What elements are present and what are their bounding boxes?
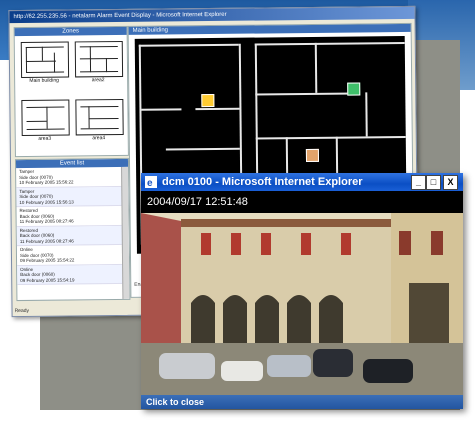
zone-thumb-area4[interactable] <box>75 98 124 136</box>
camera-icon[interactable] <box>201 93 215 108</box>
event-item[interactable]: Restored Back door (0060) 11 February 2005… <box>16 225 129 247</box>
minimize-button[interactable]: _ <box>411 175 426 190</box>
zone-label: area4 <box>92 135 106 142</box>
car <box>313 349 353 377</box>
camera-image[interactable] <box>141 213 463 395</box>
main-view-header: Main building <box>128 23 411 35</box>
car <box>363 359 413 383</box>
zone-thumb-main-building[interactable] <box>20 41 70 79</box>
event-list-scrollbar[interactable] <box>121 166 130 299</box>
car <box>221 361 263 381</box>
car <box>267 355 311 377</box>
popup-titlebar[interactable]: e dcm 0100 - Microsoft Internet Explorer… <box>141 173 463 191</box>
event-item[interactable]: Online Back door (0060) 09 February 2005 1… <box>17 264 130 286</box>
close-bar[interactable]: Click to close <box>141 395 463 409</box>
zones-header: Zones <box>14 26 127 37</box>
alarm-window-title: http://62.255.235.56 - netalarm Alarm Ev… <box>9 6 415 24</box>
camera-popup-window: e dcm 0100 - Microsoft Internet Explorer… <box>141 173 463 409</box>
event-item[interactable]: Restored Back door (0060) 11 February 2005… <box>16 205 129 227</box>
zone-label: Main building <box>29 77 59 84</box>
event-item[interactable]: Online Side door (0070) 09 February 2005 1… <box>16 244 130 266</box>
zone-thumb-area3[interactable] <box>21 99 70 137</box>
close-button[interactable]: X <box>443 175 458 190</box>
zone-label: area2 <box>91 77 105 84</box>
maximize-button[interactable]: □ <box>426 175 441 190</box>
zone-label: area3 <box>38 135 52 142</box>
camera-icon[interactable] <box>305 148 320 163</box>
popup-title: dcm 0100 - Microsoft Internet Explorer <box>162 176 363 188</box>
zones-panel: Zones Main building area2 area3 area4 <box>13 25 129 158</box>
event-item[interactable]: Tamper Side door (0070) 10 February 2005 1… <box>16 166 129 188</box>
timestamp-bar: 2004/09/17 12:51:48 <box>141 191 463 213</box>
event-list: Event list Tamper Side door (0070) 10 Febr… <box>14 157 131 302</box>
event-item[interactable]: Tamper Side door (0070) 10 February 2005 1… <box>16 186 129 208</box>
status-bar-text: Ready <box>14 307 30 315</box>
camera-timestamp: 2004/09/17 12:51:48 <box>147 196 248 208</box>
ie-icon: e <box>145 176 157 188</box>
zone-thumb-area2[interactable] <box>74 40 124 78</box>
car <box>159 353 215 379</box>
click-to-close-label[interactable]: Click to close <box>146 395 204 409</box>
camera-icon[interactable] <box>347 82 361 96</box>
svg-text:e: e <box>147 178 153 188</box>
